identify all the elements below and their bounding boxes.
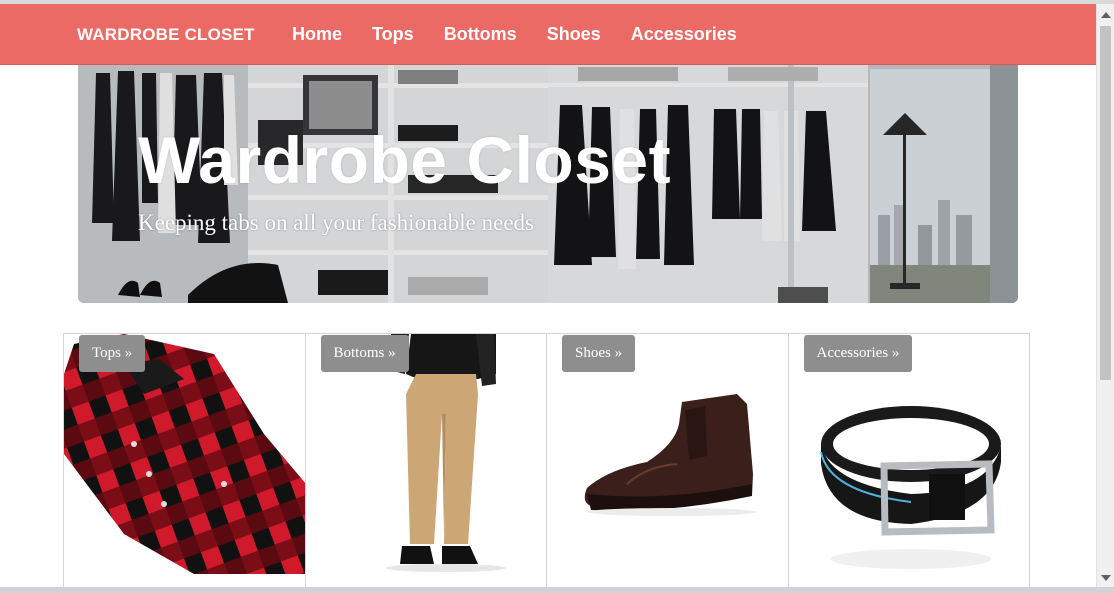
khaki-pants-image <box>385 334 506 572</box>
scroll-down-arrow-icon[interactable] <box>1101 575 1111 581</box>
category-tiles: Tops » Bottoms » Shoes » Accessories » <box>63 333 1033 593</box>
nav-links: Home Tops Bottoms Shoes Accessories <box>292 24 767 45</box>
scroll-up-arrow-icon[interactable] <box>1101 12 1111 18</box>
hero-banner: Wardrobe Closet Keeping tabs on all your… <box>78 65 1018 303</box>
window-frame-bottom <box>0 587 1114 593</box>
navbar: WARDROBE CLOSET Home Tops Bottoms Shoes … <box>0 4 1096 65</box>
hero-subtitle: Keeping tabs on all your fashionable nee… <box>138 210 534 235</box>
accessories-link-button[interactable]: Accessories » <box>803 335 913 372</box>
hero-title: Wardrobe Closet <box>138 123 672 197</box>
bottoms-link-button[interactable]: Bottoms » <box>320 335 409 372</box>
category-tile-accessories[interactable]: Accessories » <box>787 333 1030 593</box>
scroll-thumb[interactable] <box>1100 26 1111 380</box>
black-leather-belt-image <box>819 406 1001 569</box>
vertical-scrollbar[interactable] <box>1096 4 1114 587</box>
category-tile-tops[interactable]: Tops » <box>63 333 306 593</box>
brown-brogue-boot-image <box>584 394 757 516</box>
nav-link-tops[interactable]: Tops <box>372 24 414 45</box>
tops-link-button[interactable]: Tops » <box>79 335 146 372</box>
category-tile-shoes[interactable]: Shoes » <box>546 333 789 593</box>
category-tile-bottoms[interactable]: Bottoms » <box>304 333 547 593</box>
brand-link[interactable]: WARDROBE CLOSET <box>77 25 255 45</box>
nav-link-shoes[interactable]: Shoes <box>547 24 601 45</box>
red-plaid-shirt-image <box>64 334 305 574</box>
nav-link-bottoms[interactable]: Bottoms <box>444 24 517 45</box>
shoes-link-button[interactable]: Shoes » <box>562 335 636 372</box>
nav-link-home[interactable]: Home <box>292 24 342 45</box>
nav-link-accessories[interactable]: Accessories <box>631 24 737 45</box>
